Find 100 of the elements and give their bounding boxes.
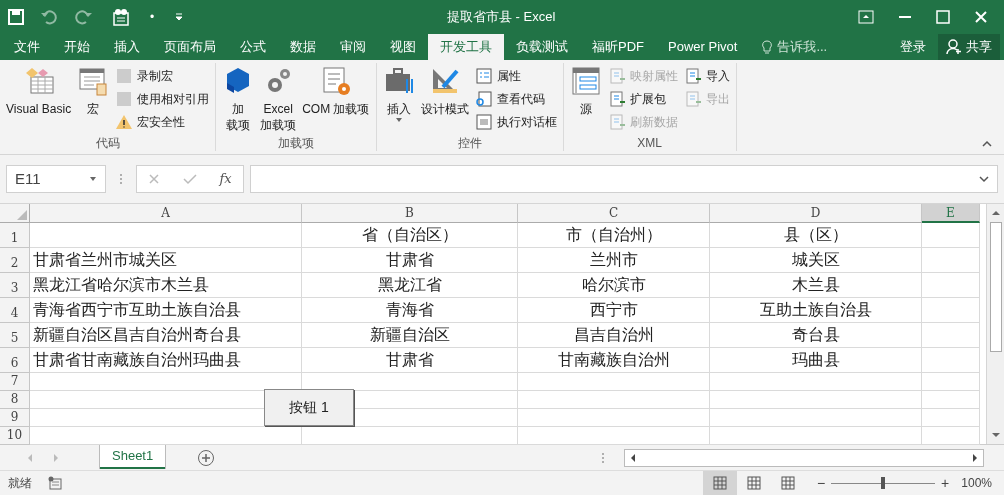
macro-record-icon	[48, 476, 62, 490]
form-icon	[112, 8, 130, 26]
row-header[interactable]: 9	[0, 409, 30, 427]
zoom-out-button[interactable]: −	[816, 472, 826, 494]
table-cell: 哈尔滨市	[518, 273, 710, 298]
lightbulb-icon	[761, 40, 774, 54]
ribbon-button[interactable]: 宏安全性	[113, 111, 212, 133]
table-cell: 黑龙江省	[302, 273, 518, 298]
table-cell: 新疆自治区	[302, 323, 518, 348]
formula-field[interactable]	[250, 165, 998, 193]
ribbon-tab[interactable]: 文件	[2, 34, 52, 60]
table-cell: 甘肃省	[302, 348, 518, 373]
import-icon	[683, 67, 702, 85]
empty-cell	[922, 373, 980, 391]
ribbon-button[interactable]: COM 加载项	[300, 63, 372, 135]
ribbon-tab[interactable]: 数据	[278, 34, 328, 60]
ribbon-button[interactable]: 加 载项	[220, 63, 257, 135]
previous-sheet-icon	[26, 452, 34, 463]
column-header[interactable]: A	[30, 204, 302, 223]
ribbon-button[interactable]: 源	[567, 63, 604, 135]
status-text: 就绪	[8, 475, 32, 492]
share-button[interactable]: 共享	[938, 34, 1000, 60]
row-header[interactable]: 3	[0, 273, 30, 298]
table-cell: 昌吉自治州	[518, 323, 710, 348]
row-header[interactable]: 6	[0, 348, 30, 373]
ribbon-button[interactable]: 导入	[681, 65, 732, 87]
ribbon-button[interactable]: Visual Basic	[4, 63, 74, 135]
group-label: 加载项	[276, 135, 315, 151]
ribbon-button[interactable]: 使用相对引用	[113, 88, 212, 110]
check-icon	[182, 173, 197, 185]
table-cell: 市（自治州）	[518, 223, 710, 248]
ribbon-button[interactable]: 属性	[472, 65, 559, 87]
sheet-tab[interactable]: Sheet1	[100, 445, 166, 469]
ribbon-tab[interactable]: 福昕PDF	[580, 34, 656, 60]
quick-access-item[interactable]: •	[150, 8, 155, 26]
view-icon	[746, 476, 761, 490]
ribbon-button[interactable]: 插入	[380, 63, 417, 135]
table-cell: 甘肃省兰州市城关区	[30, 248, 302, 273]
group-label: 控件	[456, 135, 483, 151]
normal-view-button[interactable]	[702, 470, 737, 495]
close-icon	[974, 10, 988, 24]
table-cell: 城关区	[710, 248, 922, 273]
ribbon-tab[interactable]: 页面布局	[152, 34, 228, 60]
ribbon-tab[interactable]: 插入	[102, 34, 152, 60]
select-all-corner[interactable]	[0, 204, 30, 223]
zoom-in-button[interactable]: +	[941, 472, 950, 494]
slider-thumb[interactable]	[881, 477, 886, 489]
column-header[interactable]: E	[922, 204, 980, 223]
add-sheet-icon	[197, 448, 216, 467]
table-cell: 黑龙江省哈尔滨市木兰县	[30, 273, 302, 298]
row-header[interactable]: 1	[0, 223, 30, 248]
person-icon	[946, 39, 962, 55]
code-view-icon	[474, 90, 493, 108]
row-header[interactable]: 10	[0, 427, 30, 445]
ribbon-button[interactable]: 录制宏	[113, 65, 212, 87]
xml-source-icon	[569, 65, 602, 97]
empty-cell	[922, 248, 980, 273]
table-cell: 甘肃省甘南藏族自治州玛曲县	[30, 348, 302, 373]
ribbon-tab[interactable]: 负载测试	[504, 34, 580, 60]
function-button[interactable]: fx	[219, 169, 232, 189]
ribbon-button[interactable]: 查看代码	[472, 88, 559, 110]
empty-cell	[922, 298, 980, 323]
ribbon-tab[interactable]: Power Pivot	[656, 34, 750, 60]
ribbon-tab[interactable]: 视图	[378, 34, 428, 60]
column-header[interactable]: B	[302, 204, 518, 223]
ribbon-button[interactable]: 执行对话框	[472, 111, 559, 133]
corner-icon	[17, 210, 27, 220]
ribbon-button[interactable]: Excel 加载项	[258, 63, 299, 135]
zoom-slider[interactable]	[831, 477, 936, 489]
group-label: 代码	[94, 135, 121, 151]
tell-me-field[interactable]: 告诉我...	[761, 34, 828, 60]
ribbon-button[interactable]: 扩展包	[605, 88, 680, 110]
row-header[interactable]: 8	[0, 391, 30, 409]
table-cell: 青海省	[302, 298, 518, 323]
export-icon	[683, 90, 702, 108]
ribbon-tab[interactable]: 开发工具	[428, 34, 504, 60]
table-cell: 互助土族自治县	[710, 298, 922, 323]
scroll-thumb[interactable]	[989, 222, 1002, 352]
ribbon-tab[interactable]: 审阅	[328, 34, 378, 60]
table-cell: 县（区）	[710, 223, 922, 248]
row-header[interactable]: 7	[0, 373, 30, 391]
ribbon-tab[interactable]: 公式	[228, 34, 278, 60]
sign-in-link[interactable]: 登录	[888, 34, 938, 60]
ribbon-tab[interactable]: 开始	[52, 34, 102, 60]
more-icon	[118, 173, 124, 185]
column-header[interactable]: D	[710, 204, 922, 223]
row-header[interactable]: 5	[0, 323, 30, 348]
column-header[interactable]: C	[518, 204, 710, 223]
group-label: XML	[636, 135, 663, 151]
next-sheet-icon	[52, 452, 60, 463]
scroll-down-icon	[990, 430, 1001, 440]
macro-icon	[77, 65, 110, 97]
row-header[interactable]: 2	[0, 248, 30, 273]
ribbon-button[interactable]: 设计模式	[418, 63, 471, 135]
name-box[interactable]: E11	[6, 165, 106, 193]
ribbon-button[interactable]: 宏	[75, 63, 112, 135]
collapse-icon	[982, 140, 992, 148]
form-button[interactable]: 按钮 1	[264, 389, 354, 426]
row-header[interactable]: 4	[0, 298, 30, 323]
table-cell: 玛曲县	[710, 348, 922, 373]
